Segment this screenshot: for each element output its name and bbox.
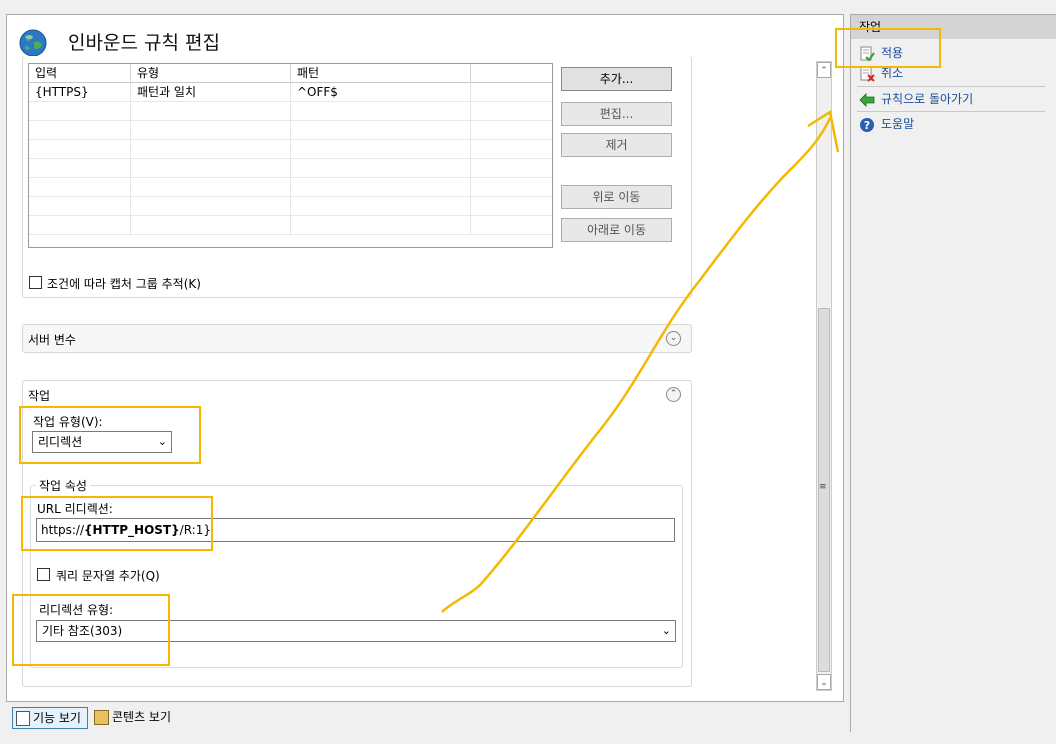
action-properties-legend: 작업 속성: [36, 477, 90, 494]
expand-icon[interactable]: ⌄: [666, 331, 681, 346]
column-header-pattern[interactable]: 패턴: [291, 64, 471, 83]
action-panel-title: 작업: [28, 389, 51, 403]
move-up-button[interactable]: 위로 이동: [561, 185, 672, 209]
action-type-label: 작업 유형(V):: [33, 415, 103, 429]
globe-icon: [19, 29, 47, 57]
column-header-input[interactable]: 입력: [29, 64, 131, 83]
scroll-up-icon[interactable]: ⌃: [817, 62, 831, 78]
tab-content-view[interactable]: 콘텐츠 보기: [92, 707, 182, 729]
redirect-type-label: 리디렉션 유형:: [39, 603, 114, 617]
vertical-scrollbar[interactable]: ⌃ ≡ ⌄: [816, 61, 832, 691]
table-row: [29, 102, 552, 121]
table-row: [29, 178, 552, 197]
server-variables-panel[interactable]: [22, 324, 692, 353]
table-row: [29, 159, 552, 178]
cell-type: 패턴과 일치: [131, 83, 291, 102]
cell-pattern: ^OFF$: [291, 83, 471, 102]
remove-condition-button[interactable]: 제거: [561, 133, 672, 157]
apply-icon: [860, 46, 875, 62]
conditions-table[interactable]: 입력 유형 패턴 {HTTPS} 패턴과 일치 ^OFF$: [28, 63, 553, 248]
append-query-string-label: 쿼리 문자열 추가(Q): [56, 569, 160, 583]
page-title: 인바운드 규칙 편집: [68, 32, 220, 54]
help-icon: ?: [860, 117, 874, 132]
back-arrow-icon: [859, 92, 875, 107]
redirect-url-prefix: https://: [41, 523, 85, 537]
table-row: [29, 216, 552, 235]
features-view-icon: [16, 711, 30, 726]
append-query-string-checkbox[interactable]: [37, 568, 50, 581]
table-row[interactable]: {HTTPS} 패턴과 일치 ^OFF$: [29, 83, 552, 102]
actions-pane: 작업 적용 취소 규칙으로 돌아가기 ? 도움말: [850, 14, 1056, 732]
actions-separator: [857, 86, 1045, 87]
cancel-icon: [860, 66, 875, 82]
redirect-type-select[interactable]: 기타 참조(303) ⌄: [36, 620, 676, 642]
table-row: [29, 121, 552, 140]
track-capture-groups-checkbox[interactable]: [29, 276, 42, 289]
server-variables-title: 서버 변수: [28, 333, 76, 347]
redirect-url-label: URL 리디렉션:: [37, 502, 113, 516]
content-view-icon: [94, 710, 109, 725]
collapse-icon[interactable]: ⌃: [666, 387, 681, 402]
back-to-rules-action[interactable]: 규칙으로 돌아가기: [859, 89, 973, 109]
chevron-down-icon: ⌄: [157, 435, 167, 448]
add-condition-button[interactable]: 추가...: [561, 67, 672, 91]
svg-text:?: ?: [864, 119, 870, 132]
redirect-url-variable: {HTTP_HOST}: [84, 523, 180, 537]
scroll-down-icon[interactable]: ⌄: [817, 674, 831, 690]
table-row: [29, 140, 552, 159]
move-down-button[interactable]: 아래로 이동: [561, 218, 672, 242]
redirect-url-suffix: /R:1}: [179, 523, 211, 537]
tab-features-view[interactable]: 기능 보기: [12, 707, 88, 729]
scroll-grip-icon: ≡: [819, 482, 827, 492]
redirect-url-input[interactable]: https://{HTTP_HOST}/R:1}: [36, 518, 675, 542]
apply-action[interactable]: 적용: [859, 43, 903, 63]
actions-pane-title: 작업: [851, 15, 1056, 39]
redirect-type-value: 기타 참조(303): [42, 624, 123, 638]
cancel-action[interactable]: 취소: [859, 63, 903, 83]
table-row: [29, 197, 552, 216]
help-action[interactable]: ? 도움말: [859, 114, 914, 134]
edit-condition-button[interactable]: 편집...: [561, 102, 672, 126]
track-capture-groups-label: 조건에 따라 캡처 그룹 추적(K): [47, 277, 201, 291]
actions-separator: [857, 111, 1045, 112]
column-header-empty: [471, 64, 552, 83]
cell-input: {HTTPS}: [29, 83, 131, 102]
chevron-down-icon: ⌄: [661, 624, 671, 637]
action-type-select[interactable]: 리디렉션 ⌄: [32, 431, 172, 453]
action-type-value: 리디렉션: [38, 435, 83, 449]
column-header-type[interactable]: 유형: [131, 64, 291, 83]
